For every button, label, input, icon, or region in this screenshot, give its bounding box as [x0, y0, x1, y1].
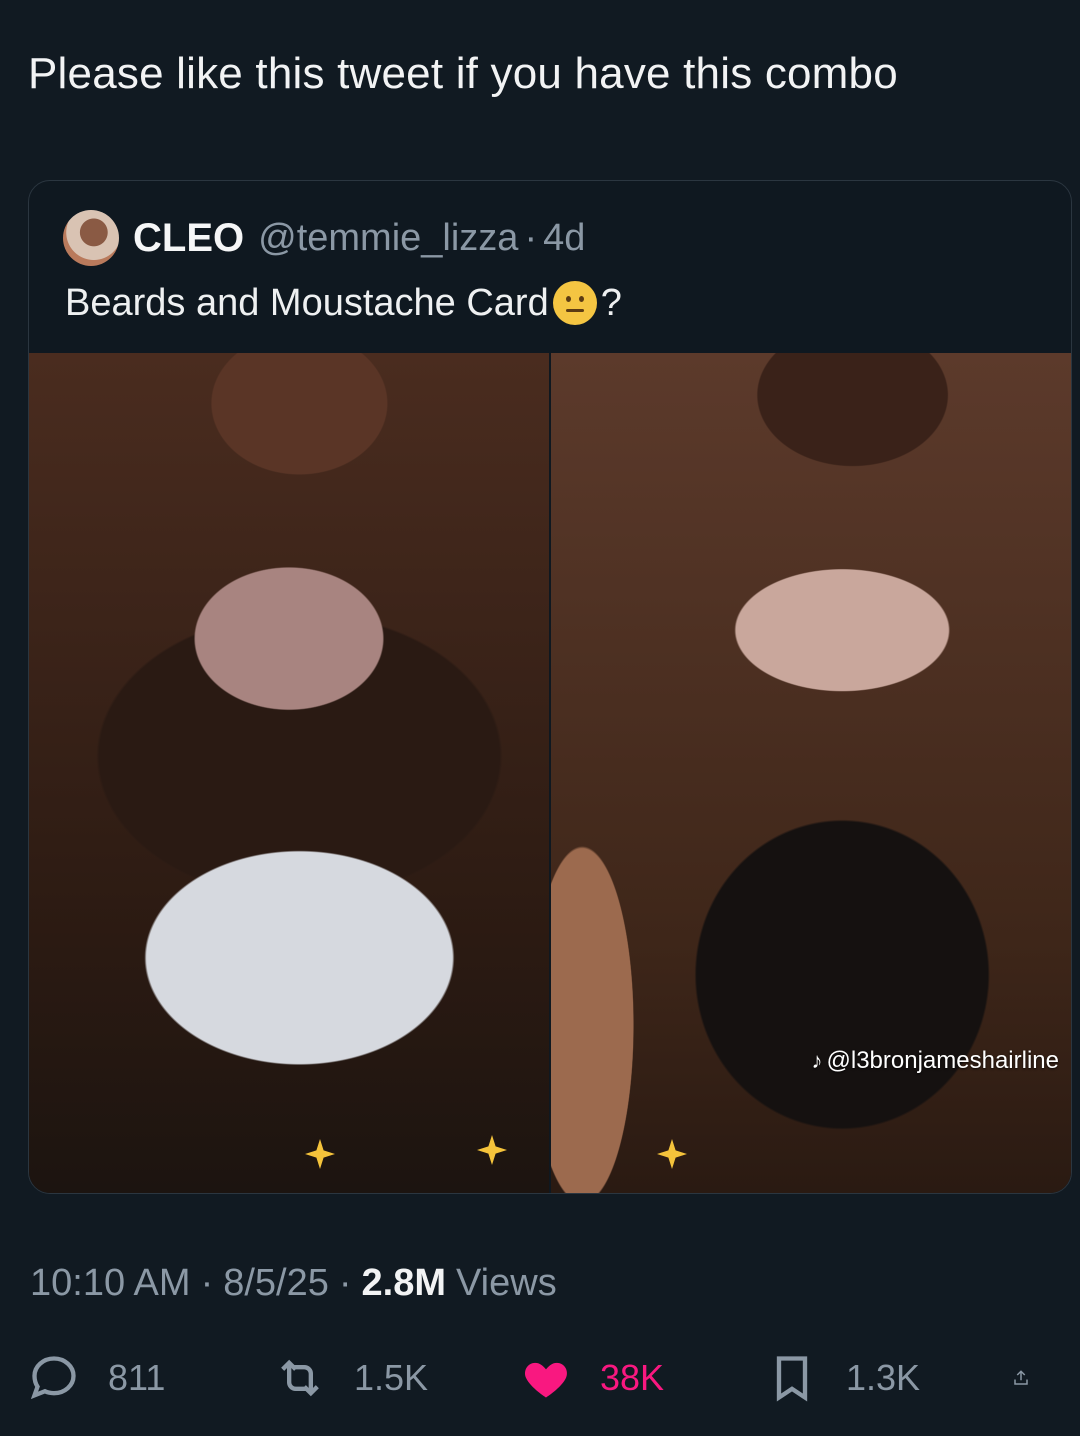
bookmark-icon [776, 1356, 808, 1402]
separator: · [200, 1262, 214, 1304]
reply-icon [30, 1356, 76, 1400]
sparkle-icon [477, 1135, 507, 1165]
watermark: ♪ @l3bronjameshairline [812, 1047, 1059, 1075]
bookmark-button[interactable]: 1.3K [766, 1352, 1012, 1404]
reply-button[interactable]: 811 [28, 1352, 274, 1404]
separator: · [338, 1262, 352, 1304]
separator: · [524, 216, 538, 259]
views-label: Views [456, 1262, 557, 1304]
quoted-tweet[interactable]: CLEO @temmie_lizza · 4d Beards and Moust… [28, 180, 1072, 1194]
retweet-icon [281, 1359, 319, 1397]
avatar[interactable] [63, 210, 119, 266]
author-handle[interactable]: @temmie_lizza [258, 217, 518, 260]
views-count[interactable]: 2.8M [362, 1262, 446, 1305]
tweet-age: 4d [543, 216, 586, 259]
share-icon [1014, 1370, 1028, 1385]
like-count: 38K [600, 1357, 665, 1398]
tweet-date: 8/5/25 [223, 1262, 329, 1304]
face-with-diagonal-mouth-icon [552, 281, 597, 325]
sparkle-icon [657, 1139, 687, 1169]
tweet-meta: 10:10 AM · 8/5/25 · 2.8M Views [30, 1262, 557, 1305]
left-photo[interactable] [29, 353, 549, 1193]
reply-count: 811 [108, 1357, 166, 1398]
tweet-time: 10:10 AM [30, 1262, 191, 1304]
sparkle-icon [305, 1139, 335, 1169]
media-grid[interactable]: ♪ @l3bronjameshairline [29, 353, 1071, 1193]
right-photo[interactable]: ♪ @l3bronjameshairline [551, 353, 1071, 1193]
watermark-text: @l3bronjameshairline [826, 1047, 1059, 1074]
quoted-tweet-text: Beards and Moustache Card ? [65, 277, 622, 329]
quoted-tweet-header: CLEO @temmie_lizza · 4d [63, 210, 586, 266]
author-name[interactable]: CLEO [133, 216, 244, 261]
retweet-button[interactable]: 1.5K [274, 1352, 520, 1404]
like-button[interactable]: 38K [520, 1352, 766, 1404]
tiktok-icon: ♪ [811, 1048, 823, 1073]
retweet-count: 1.5K [354, 1357, 429, 1398]
action-bar: 811 1.5K 38K 1.3K [28, 1340, 1058, 1416]
share-button[interactable] [1012, 1352, 1058, 1404]
tweet-text: Please like this tweet if you have this … [28, 49, 898, 98]
heart-icon [525, 1362, 567, 1398]
quoted-text-main: Beards and Moustache Card [65, 282, 549, 324]
bookmark-count: 1.3K [846, 1357, 921, 1398]
quoted-text-tail: ? [600, 282, 622, 324]
